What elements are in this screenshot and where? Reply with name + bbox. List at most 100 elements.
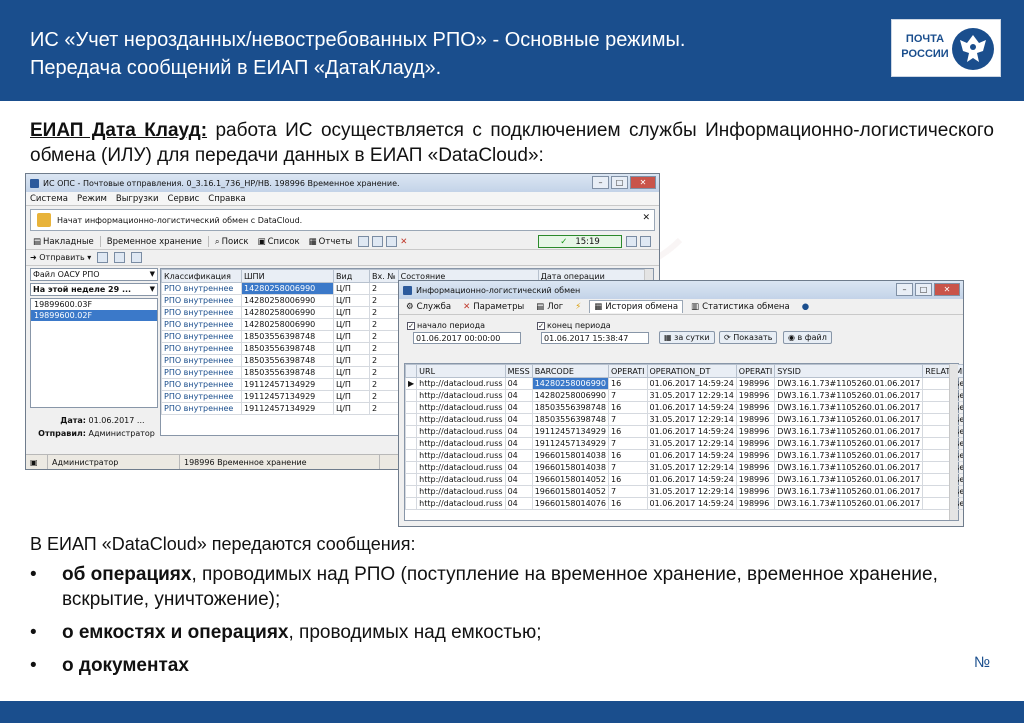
logo-line2: РОССИИ bbox=[901, 48, 949, 60]
list-item[interactable]: 19899600.03F bbox=[31, 299, 157, 310]
table-cell: 01.06.2017 14:59:24 bbox=[646, 497, 737, 510]
table-row[interactable]: http://datacloud.russ 04 19660158014038 16 0… bbox=[404, 449, 963, 462]
table-row[interactable]: http://datacloud.russ 04 19660158014052 7 31… bbox=[404, 485, 963, 498]
column-header[interactable]: SYSID bbox=[774, 364, 924, 378]
list-item: об операциях, проводимых над РПО (поступ… bbox=[30, 562, 970, 612]
column-header[interactable]: URL bbox=[416, 364, 506, 378]
tab-flash[interactable]: ⚡ bbox=[571, 301, 585, 313]
last-day-button[interactable]: ▦ за сутки bbox=[659, 331, 715, 344]
export-file-button[interactable]: ◉ в файл bbox=[783, 331, 832, 344]
toolbar-icon-2[interactable] bbox=[372, 236, 384, 247]
menu-item-service[interactable]: Сервис bbox=[168, 194, 200, 204]
vertical-scrollbar[interactable] bbox=[949, 364, 958, 520]
column-header[interactable]: ШПИ bbox=[241, 269, 334, 283]
help-icon[interactable] bbox=[626, 236, 637, 247]
column-header[interactable]: OPERATI bbox=[735, 364, 776, 378]
close-button[interactable]: ✕ bbox=[934, 283, 960, 296]
toolbar-icon-3[interactable] bbox=[386, 236, 398, 247]
table-cell: 198996 bbox=[735, 425, 776, 438]
status-user: Администратор bbox=[48, 455, 180, 469]
table-cell: 7 bbox=[607, 389, 648, 402]
column-header[interactable]: OPERATI bbox=[607, 364, 648, 378]
table-row[interactable]: http://datacloud.russ 04 19660158014076 16 0… bbox=[404, 497, 963, 510]
minimize-button[interactable]: – bbox=[896, 283, 913, 296]
maximize-button[interactable]: □ bbox=[915, 283, 932, 296]
table-cell: РПО внутреннее bbox=[161, 342, 242, 355]
table-cell: 01.06.2017 14:59:24 bbox=[646, 401, 737, 414]
column-header[interactable]: OPERATION_DT bbox=[646, 364, 737, 378]
table-cell: 04 bbox=[504, 401, 533, 414]
table-row[interactable]: http://datacloud.russ 04 14280258006990 7 31… bbox=[404, 389, 963, 402]
table-row[interactable]: http://datacloud.russ 04 18503556398748 7 31… bbox=[404, 413, 963, 426]
logo-text: ПОЧТА РОССИИ bbox=[900, 32, 950, 62]
menu-item-system[interactable]: Система bbox=[30, 194, 68, 204]
show-button[interactable]: ⟳ Показать bbox=[719, 331, 778, 344]
maximize-button[interactable]: □ bbox=[611, 176, 628, 189]
table-cell: 04 bbox=[504, 461, 533, 474]
tab-reports[interactable]: ▦ Отчеты bbox=[306, 237, 356, 247]
toolbar-icon-1[interactable] bbox=[358, 236, 370, 247]
tab-service[interactable]: ⚙ Служба bbox=[402, 301, 455, 313]
preview-icon[interactable] bbox=[114, 252, 126, 263]
menu-item-mode[interactable]: Режим bbox=[77, 194, 107, 204]
period-select[interactable]: На этой неделе 29 ... ▼ bbox=[30, 283, 158, 296]
start-period-input[interactable]: 01.06.2017 00:00:00 bbox=[413, 332, 521, 344]
table-cell: http://datacloud.russ bbox=[416, 389, 506, 402]
file-list: 19899600.03F 19899600.02F bbox=[30, 298, 158, 408]
menu-item-exports[interactable]: Выгрузки bbox=[116, 194, 159, 204]
table-cell: РПО внутреннее bbox=[161, 390, 242, 403]
table-row[interactable]: http://datacloud.russ 04 19660158014038 7 31… bbox=[404, 461, 963, 474]
table-cell: 18503556398748 bbox=[531, 413, 609, 426]
table-row[interactable]: http://datacloud.russ 04 19112457134929 16 0… bbox=[404, 425, 963, 438]
messages-heading: В ЕИАП «DataCloud» передаются сообщения: bbox=[30, 534, 416, 554]
menu-item-help[interactable]: Справка bbox=[208, 194, 245, 204]
table-cell: http://datacloud.russ bbox=[416, 401, 506, 414]
table-row[interactable]: ▶ http://datacloud.russ 04 14280258006990 16… bbox=[404, 377, 963, 390]
table-cell: 16 bbox=[607, 449, 648, 462]
sender-label: Отправил: bbox=[38, 429, 86, 438]
table-row[interactable]: http://datacloud.russ 04 19112457134929 7 31… bbox=[404, 437, 963, 450]
start-period-checkbox[interactable]: ✓ начало периода bbox=[407, 321, 485, 330]
table-cell: Ц/П bbox=[333, 378, 370, 391]
table-cell: 14280258006990 bbox=[241, 294, 334, 307]
document-icon[interactable] bbox=[131, 252, 143, 263]
column-header[interactable]: MESS bbox=[504, 364, 533, 378]
table-cell: DW3.16.1.73#1105260.01.06.2017 bbox=[774, 461, 924, 474]
list-item: о емкостях и операциях, проводимых над е… bbox=[30, 620, 970, 645]
tab-search[interactable]: ⌕ Поиск bbox=[212, 237, 252, 247]
table-cell: 04 bbox=[504, 437, 533, 450]
tab-invoices[interactable]: ▤ Накладные bbox=[30, 237, 97, 247]
tab-exchange-history[interactable]: ▦ История обмена bbox=[589, 300, 684, 313]
tab-parameters[interactable]: ✕ Параметры bbox=[459, 301, 528, 313]
slide-title-line2: Передача сообщений в ЕИАП «ДатаКлауд». bbox=[30, 57, 442, 79]
tab-log[interactable]: ▤ Лог bbox=[532, 301, 567, 313]
tools-icon[interactable]: ✕ bbox=[400, 237, 407, 247]
table-row[interactable]: http://datacloud.russ 04 19660158014052 16 0… bbox=[404, 473, 963, 486]
column-header[interactable]: Вх. № bbox=[369, 269, 399, 283]
list-item[interactable]: 19899600.02F bbox=[31, 310, 157, 321]
main-toolbar: ▤ Накладные Временное хранение ⌕ Поиск ▣… bbox=[26, 234, 659, 250]
tab-exchange-stats-label: Статистика обмена bbox=[702, 301, 790, 312]
tab-temporary-storage[interactable]: Временное хранение bbox=[104, 237, 205, 247]
close-button[interactable]: ✕ bbox=[630, 176, 656, 189]
end-period-checkbox[interactable]: ✓ конец периода bbox=[537, 321, 611, 330]
minimize-button[interactable]: – bbox=[592, 176, 609, 189]
column-header[interactable]: Классификация bbox=[161, 269, 242, 283]
exit-icon[interactable] bbox=[640, 236, 651, 247]
table-row[interactable]: http://datacloud.russ 04 18503556398748 16 0… bbox=[404, 401, 963, 414]
menu-bar: Система Режим Выгрузки Сервис Справка bbox=[26, 192, 659, 206]
gear-icon: ⚙ bbox=[406, 301, 414, 312]
close-info-icon[interactable]: ✕ bbox=[642, 213, 650, 223]
tab-info[interactable]: ● bbox=[798, 301, 813, 313]
end-period-input[interactable]: 01.06.2017 15:38:47 bbox=[541, 332, 649, 344]
column-header[interactable]: BARCODE bbox=[531, 364, 609, 378]
period-filter: ✓ начало периода 01.06.2017 00:00:00 ✓ кон… bbox=[399, 315, 963, 351]
row-pointer-icon: ▶ bbox=[404, 377, 418, 390]
print-icon[interactable] bbox=[97, 252, 109, 263]
column-header[interactable]: Вид bbox=[333, 269, 370, 283]
tab-exchange-stats[interactable]: ▥ Статистика обмена bbox=[687, 301, 794, 313]
send-button[interactable]: ➜ Отправить ▾ bbox=[30, 253, 91, 262]
table-cell: РПО внутреннее bbox=[161, 294, 242, 307]
tab-list[interactable]: ▣ Список bbox=[255, 237, 303, 247]
file-type-select[interactable]: Файл ОАСУ РПО ▼ bbox=[30, 268, 158, 281]
